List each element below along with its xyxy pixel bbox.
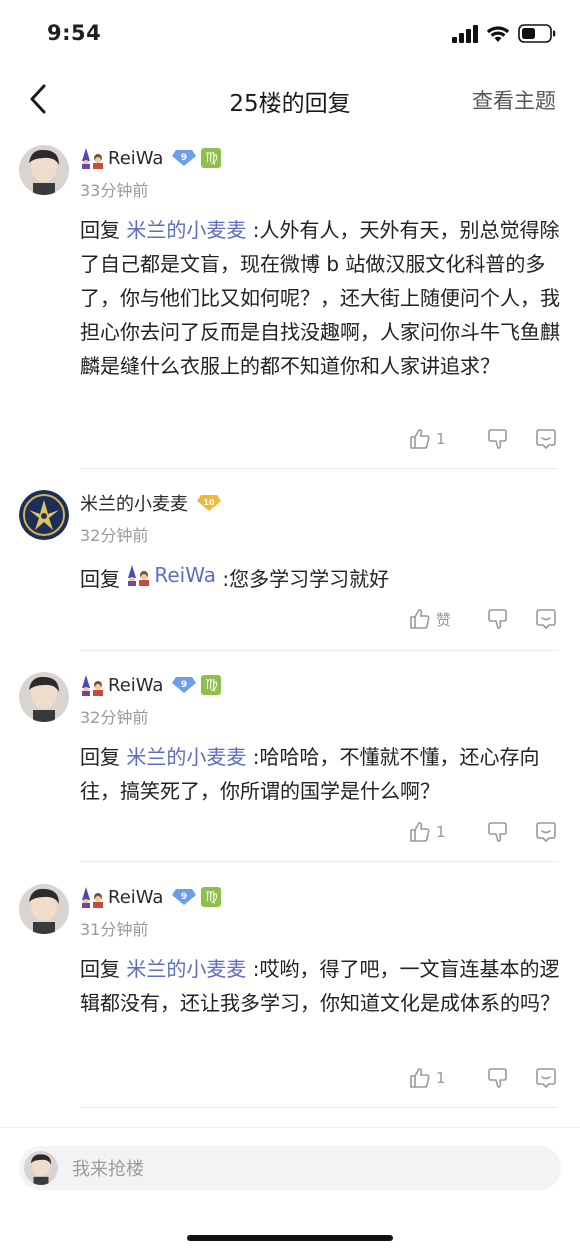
username-row: ReiWa 9 ♍ — [80, 885, 222, 909]
svg-text:10: 10 — [203, 498, 215, 507]
username[interactable]: 米兰的小麦麦 — [80, 490, 188, 516]
reply-button[interactable] — [528, 607, 558, 631]
reply-button[interactable] — [528, 1066, 558, 1090]
timestamp: 32分钟前 — [80, 708, 149, 727]
like-count: 1 — [436, 1069, 446, 1087]
like-count: 赞 — [436, 610, 452, 629]
thumbs-up-icon — [410, 822, 430, 842]
username-row: 米兰的小麦麦 10 — [80, 491, 222, 515]
dislike-button[interactable] — [476, 427, 520, 451]
username-row: ReiWa 9 ♍ — [80, 673, 222, 697]
thumbs-down-icon — [488, 1068, 507, 1088]
timestamp: 31分钟前 — [80, 920, 149, 939]
wifi-icon — [486, 25, 510, 42]
comment-icon — [536, 609, 556, 629]
wizard-emoji-icon — [80, 886, 106, 908]
wizard-emoji-icon — [80, 147, 106, 169]
svg-text:9: 9 — [181, 153, 187, 163]
mention-link[interactable]: 米兰的小麦麦 — [126, 218, 246, 242]
thumbs-up-icon — [410, 429, 430, 449]
mention-link[interactable]: 米兰的小麦麦 — [126, 745, 246, 769]
thumbs-down-icon — [488, 429, 507, 449]
status-icons — [452, 24, 556, 43]
reply-content: 回复 米兰的小麦麦 :人外有人，天外有天，别总觉得除了自己都是文盲，现在微博 b… — [80, 218, 560, 378]
svg-text:9: 9 — [181, 892, 187, 902]
level-badge: 9 — [171, 888, 197, 906]
reply-actions: 1 — [408, 1066, 558, 1090]
thumbs-up-icon — [410, 1068, 430, 1088]
thumbs-down-icon — [488, 822, 507, 842]
divider — [80, 1107, 558, 1108]
home-indicator — [187, 1235, 393, 1241]
svg-text:9: 9 — [181, 680, 187, 690]
comment-icon — [536, 429, 556, 449]
divider — [80, 468, 558, 469]
zodiac-virgo-icon: ♍ — [201, 148, 222, 168]
signal-icon — [452, 24, 478, 43]
like-button[interactable]: 1 — [408, 820, 466, 844]
divider — [80, 861, 558, 862]
comment-icon — [536, 1068, 556, 1088]
like-count: 1 — [436, 823, 446, 841]
view-topic-button[interactable]: 查看主题 — [472, 85, 556, 115]
avatar[interactable] — [19, 145, 69, 195]
avatar[interactable] — [19, 490, 69, 540]
timestamp: 33分钟前 — [80, 181, 149, 200]
dislike-button[interactable] — [476, 820, 520, 844]
dislike-button[interactable] — [476, 607, 520, 631]
reply-button[interactable] — [528, 820, 558, 844]
avatar[interactable] — [19, 672, 69, 722]
like-button[interactable]: 赞 — [408, 607, 466, 631]
bottom-bar: 我来抢楼 — [0, 1127, 580, 1255]
reply-item: ReiWa 9 ♍ 31分钟前 回复 米兰的小麦麦 :哎哟，得了吧，一文盲连基本… — [0, 884, 580, 1109]
like-button[interactable]: 1 — [408, 1066, 466, 1090]
like-button[interactable]: 1 — [408, 427, 466, 451]
reply-item: 米兰的小麦麦 10 32分钟前 回复 ReiWa :您多学习学习就好 赞 — [0, 490, 580, 660]
nav-bar: 25楼的回复 查看主题 — [0, 74, 580, 124]
status-bar: 9:54 — [0, 0, 580, 70]
reply-actions: 1 — [408, 427, 558, 451]
reply-button[interactable] — [528, 427, 558, 451]
mention-link[interactable]: ReiWa — [126, 558, 216, 592]
like-count: 1 — [436, 430, 446, 448]
thumbs-up-icon — [410, 609, 430, 629]
reply-content: 回复 ReiWa :您多学习学习就好 — [80, 558, 560, 596]
username[interactable]: ReiWa — [108, 675, 163, 696]
avatar — [24, 1151, 58, 1185]
battery-icon — [518, 24, 556, 43]
divider — [80, 650, 558, 651]
timestamp: 32分钟前 — [80, 526, 149, 545]
reply-actions: 1 — [408, 820, 558, 844]
username-row: ReiWa 9 ♍ — [80, 146, 222, 170]
wizard-emoji-icon — [128, 565, 150, 586]
zodiac-virgo-icon: ♍ — [201, 887, 222, 907]
comment-icon — [536, 822, 556, 842]
zodiac-virgo-icon: ♍ — [201, 675, 222, 695]
username[interactable]: ReiWa — [108, 887, 163, 908]
mention-link[interactable]: 米兰的小麦麦 — [126, 957, 246, 981]
reply-input[interactable]: 我来抢楼 — [19, 1146, 561, 1190]
level-badge: 9 — [171, 676, 197, 694]
dislike-button[interactable] — [476, 1066, 520, 1090]
reply-item: ReiWa 9 ♍ 33分钟前 回复 米兰的小麦麦 :人外有人，天外有天，别总觉… — [0, 145, 580, 470]
status-time: 9:54 — [47, 21, 102, 45]
username[interactable]: ReiWa — [108, 148, 163, 169]
reply-content: 回复 米兰的小麦麦 :哎哟，得了吧，一文盲连基本的逻辑都没有，还让我多学习，你知… — [80, 957, 560, 1015]
level-badge: 9 — [171, 149, 197, 167]
thumbs-down-icon — [488, 609, 507, 629]
reply-item: ReiWa 9 ♍ 32分钟前 回复 米兰的小麦麦 :哈哈哈，不懂就不懂，还心存… — [0, 672, 580, 862]
level-badge: 10 — [196, 494, 222, 512]
wizard-emoji-icon — [80, 674, 106, 696]
avatar[interactable] — [19, 884, 69, 934]
reply-input-placeholder: 我来抢楼 — [72, 1159, 144, 1180]
reply-content: 回复 米兰的小麦麦 :哈哈哈，不懂就不懂，还心存向往，搞笑死了，你所谓的国学是什… — [80, 745, 540, 803]
reply-actions: 赞 — [408, 607, 558, 631]
